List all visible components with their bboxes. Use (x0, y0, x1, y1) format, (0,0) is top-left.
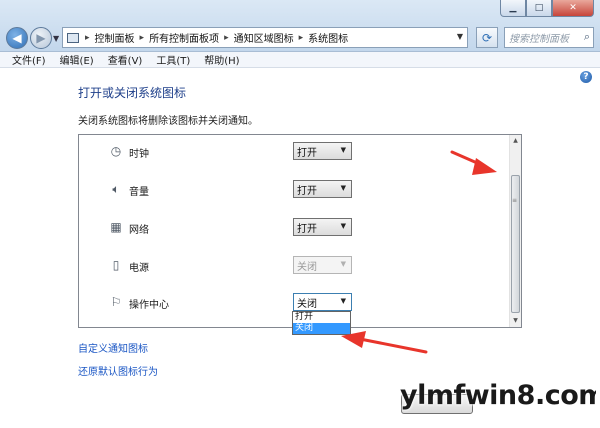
breadcrumb-separator[interactable]: ▸ (140, 33, 145, 43)
combo-value: 打开 (297, 223, 317, 235)
chevron-down-icon: ▼ (340, 297, 346, 305)
power-behavior-select: 关闭 ▼ (293, 256, 352, 274)
help-icon[interactable]: ? (580, 71, 592, 83)
chevron-down-icon: ▼ (340, 146, 346, 154)
menu-help[interactable]: 帮助(H) (204, 52, 239, 67)
list-item-volume: 🔈︎ 音量 打开 ▼ (79, 178, 509, 200)
power-icon: ▯ (112, 258, 120, 272)
chevron-down-icon: ▼ (340, 260, 346, 268)
clock-icon: ◷ (110, 144, 122, 158)
breadcrumb-system-icons[interactable]: 系统图标 (308, 30, 348, 45)
window-title-bar: ▁ □ ✕ ◀ ▶ ▼ ▸ 控制面板 ▸ 所有控制面板项 ▸ 通知区域图标 ▸ … (0, 0, 600, 52)
item-label: 音量 (129, 187, 149, 198)
menu-file[interactable]: 文件(F) (12, 52, 46, 67)
action-center-behavior-select[interactable]: 关闭 ▼ (293, 293, 352, 311)
system-icons-list: ◷ 时钟 打开 ▼ 🔈︎ 音量 打开 ▼ ▦ 网络 打开 ▼ ▯ 电源 关闭 ▼… (78, 134, 522, 328)
scrollbar-thumb[interactable] (511, 175, 520, 313)
breadcrumb-separator[interactable]: ▸ (224, 33, 229, 43)
network-behavior-select[interactable]: 打开 ▼ (293, 218, 352, 236)
speaker-icon: 🔈︎ (112, 181, 120, 196)
back-button[interactable]: ◀ (6, 27, 28, 49)
dropdown-option-on[interactable]: 打开 (293, 312, 350, 323)
list-item-clock: ◷ 时钟 打开 ▼ (79, 140, 509, 162)
page-title: 打开或关闭系统图标 (78, 86, 187, 100)
combo-value: 关闭 (297, 298, 317, 310)
search-icon[interactable]: ⌕ (584, 30, 590, 44)
close-button[interactable]: ✕ (552, 0, 594, 17)
refresh-button[interactable]: ⟳ (476, 27, 498, 48)
grip-icon: ≡ (512, 197, 518, 204)
combo-value: 打开 (297, 147, 317, 159)
customize-notification-icons-link[interactable]: 自定义通知图标 (78, 340, 148, 355)
search-placeholder: 搜索控制面板 (509, 34, 569, 45)
volume-behavior-select[interactable]: 打开 ▼ (293, 180, 352, 198)
dropdown-option-off[interactable]: 关闭 (293, 323, 350, 334)
breadcrumb-separator[interactable]: ▸ (299, 33, 304, 43)
scroll-up-icon[interactable]: ▲ (510, 135, 521, 147)
chevron-down-icon: ▼ (340, 184, 346, 192)
combo-value: 关闭 (297, 261, 317, 273)
list-item-network: ▦ 网络 打开 ▼ (79, 216, 509, 238)
forward-button[interactable]: ▶ (30, 27, 52, 49)
breadcrumb-all-items[interactable]: 所有控制面板项 (149, 30, 219, 45)
clock-behavior-select[interactable]: 打开 ▼ (293, 142, 352, 160)
list-item-power: ▯ 电源 关闭 ▼ (79, 254, 509, 276)
menu-bar: 文件(F) 编辑(E) 查看(V) 工具(T) 帮助(H) (0, 52, 600, 68)
window-controls: ▁ □ ✕ (500, 0, 594, 17)
refresh-icon: ⟳ (481, 30, 493, 45)
chevron-down-icon: ▼ (340, 222, 346, 230)
recent-pages-dropdown[interactable]: ▼ (53, 34, 59, 43)
page-description: 关闭系统图标将删除该图标并关闭通知。 (78, 116, 258, 127)
combo-value: 打开 (297, 185, 317, 197)
item-label: 网络 (129, 225, 149, 236)
restore-default-behaviors-link[interactable]: 还原默认图标行为 (78, 363, 158, 378)
menu-tools[interactable]: 工具(T) (156, 52, 190, 67)
watermark-text: ylmfwin8.com (400, 380, 596, 411)
arrow-left-icon: ◀ (12, 31, 22, 45)
flag-icon: ⚐ (110, 295, 122, 309)
maximize-button[interactable]: □ (526, 0, 552, 17)
breadcrumb-separator[interactable]: ▸ (85, 33, 90, 43)
list-scrollbar[interactable]: ▲ ≡ ▼ (509, 135, 521, 327)
scroll-down-icon[interactable]: ▼ (510, 315, 521, 327)
menu-edit[interactable]: 编辑(E) (60, 52, 94, 67)
item-label: 电源 (129, 263, 149, 274)
search-input[interactable]: 搜索控制面板 ⌕ (504, 27, 594, 48)
arrow-right-icon: ▶ (36, 31, 46, 45)
action-center-dropdown-list: 打开 关闭 (292, 311, 351, 335)
list-item-action-center: ⚐ 操作中心 关闭 ▼ (79, 291, 509, 313)
breadcrumb-control-panel[interactable]: 控制面板 (95, 30, 135, 45)
arrow-to-off-option (341, 331, 428, 354)
network-icon: ▦ (110, 220, 122, 234)
minimize-button[interactable]: ▁ (500, 0, 526, 17)
address-dropdown-icon[interactable]: ▼ (457, 32, 463, 41)
breadcrumb-notification-icons[interactable]: 通知区域图标 (234, 30, 294, 45)
menu-view[interactable]: 查看(V) (108, 52, 143, 67)
item-label: 操作中心 (129, 300, 169, 311)
control-panel-icon (67, 32, 79, 43)
address-bar[interactable]: ▸ 控制面板 ▸ 所有控制面板项 ▸ 通知区域图标 ▸ 系统图标 ▼ (62, 27, 468, 48)
item-label: 时钟 (129, 149, 149, 160)
